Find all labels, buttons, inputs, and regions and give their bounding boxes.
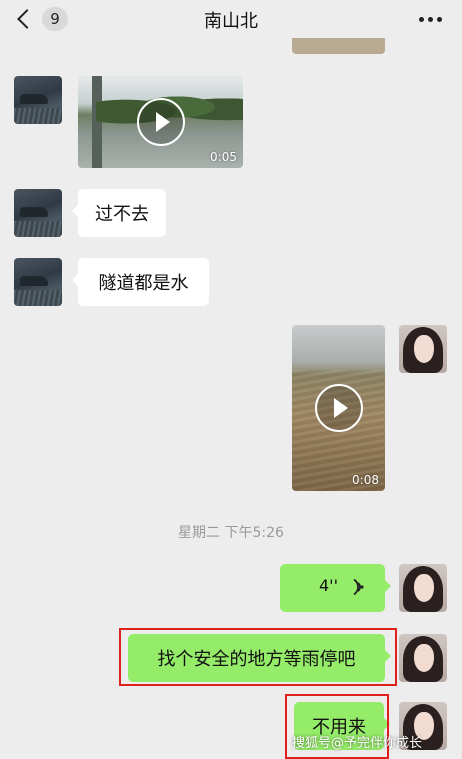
highlight-box: [119, 628, 397, 686]
message-timestamp: 星期二 下午5:26: [178, 525, 284, 541]
video-duration: 0:08: [352, 473, 379, 487]
video-message[interactable]: 0:05: [78, 76, 243, 168]
self-avatar[interactable]: [399, 634, 447, 682]
more-icon[interactable]: [419, 17, 442, 22]
contact-avatar[interactable]: [14, 76, 62, 124]
play-icon: [314, 384, 363, 432]
message-bubble[interactable]: 过不去: [72, 189, 166, 237]
chat-title: 南山北: [204, 11, 258, 32]
contact-avatar[interactable]: [14, 258, 62, 306]
contact-avatar[interactable]: [14, 189, 62, 237]
voice-wave-icon: [353, 578, 364, 596]
chat-header: 9 南山北: [0, 0, 462, 38]
message-text: 过不去: [95, 204, 149, 225]
watermark-text: 搜狐号@予完伴你成长: [292, 736, 423, 751]
play-icon: [136, 98, 185, 146]
self-avatar[interactable]: [399, 564, 447, 612]
video-duration: 0:05: [210, 150, 237, 164]
video-message[interactable]: 0:08: [292, 325, 385, 491]
previous-media-partial[interactable]: [292, 38, 385, 54]
message-text: 隧道都是水: [98, 273, 189, 294]
message-bubble[interactable]: 隧道都是水: [72, 258, 209, 306]
self-avatar[interactable]: [399, 325, 447, 373]
voice-duration: 4'': [319, 576, 338, 595]
